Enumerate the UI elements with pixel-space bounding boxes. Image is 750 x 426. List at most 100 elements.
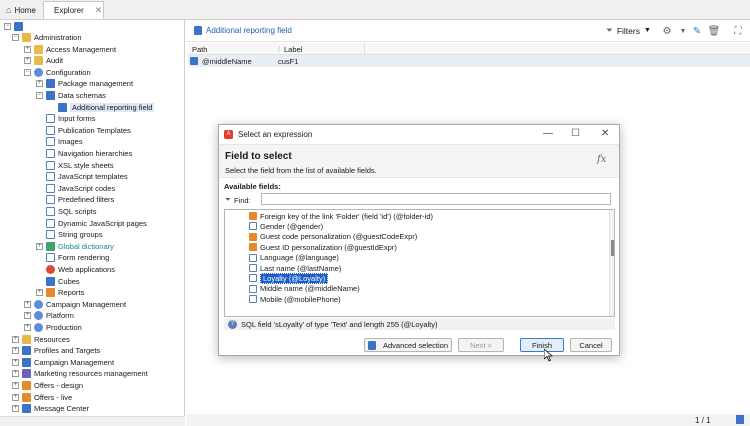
expand-icon[interactable]: + bbox=[24, 57, 31, 65]
chevron-down-icon[interactable]: ▼ bbox=[676, 24, 690, 38]
field-list-item[interactable]: Loyalty (@Loyalty) bbox=[249, 272, 329, 284]
expand-icon[interactable]: + bbox=[36, 242, 43, 250]
tree-item[interactable]: Web applications bbox=[36, 264, 115, 275]
tree-item[interactable]: − Data schemas bbox=[36, 90, 106, 101]
collapse-icon[interactable]: − bbox=[36, 92, 43, 99]
tree-item-label: Additional reporting field bbox=[70, 102, 155, 112]
tree-item[interactable]: Predefined filters bbox=[36, 194, 114, 205]
cube-icon bbox=[46, 276, 55, 286]
column-label[interactable]: Label bbox=[284, 45, 302, 54]
delete-icon[interactable]: 🗑 bbox=[707, 24, 721, 38]
tree-item[interactable]: String groups bbox=[36, 229, 103, 240]
scrollbar-thumb[interactable] bbox=[611, 240, 614, 256]
tree-item[interactable]: + Package management bbox=[36, 78, 133, 89]
tree-item[interactable]: + Profiles and Targets bbox=[12, 345, 100, 356]
scrollbar-corner[interactable] bbox=[736, 415, 744, 424]
tree-item[interactable]: − Configuration bbox=[24, 67, 91, 78]
field-list-item[interactable]: Last name (@lastName) bbox=[249, 263, 341, 273]
expand-icon[interactable]: + bbox=[12, 405, 19, 413]
tree-item[interactable]: Images bbox=[36, 136, 83, 147]
finish-button[interactable]: Finish bbox=[520, 338, 564, 352]
tree-item[interactable]: Cubes bbox=[36, 276, 80, 287]
filter-icon: ⏷ bbox=[606, 25, 613, 35]
tree-item[interactable]: + Offers - live bbox=[12, 392, 72, 403]
tree-item[interactable]: + Platform bbox=[24, 310, 74, 321]
tree-item[interactable]: + Global dictionary bbox=[36, 241, 114, 252]
field-list-item[interactable]: Mobile (@mobilePhone) bbox=[249, 294, 341, 304]
expand-icon[interactable]: + bbox=[24, 45, 31, 53]
field-icon bbox=[249, 284, 257, 293]
tab-explorer[interactable]: Explorer ✕ bbox=[43, 1, 104, 19]
expand-icon[interactable]: + bbox=[12, 382, 19, 389]
tree-item[interactable]: Dynamic JavaScript pages bbox=[36, 218, 147, 229]
field-list-item-label: Guest ID personalization (@guestIdExpr) bbox=[260, 242, 397, 252]
tree-item[interactable]: JavaScript templates bbox=[36, 171, 128, 182]
field-list-item-label: Last name (@lastName) bbox=[260, 263, 342, 273]
expand-icon[interactable]: + bbox=[12, 347, 19, 355]
tree-item[interactable]: JavaScript codes bbox=[36, 183, 115, 194]
fullscreen-icon[interactable]: ⛶ bbox=[731, 24, 745, 38]
expand-icon[interactable]: + bbox=[24, 324, 31, 331]
actions-gear-icon[interactable]: ⚙ bbox=[660, 24, 674, 38]
tree-item[interactable]: SQL scripts bbox=[36, 206, 96, 217]
advanced-selection-button[interactable]: Advanced selection bbox=[364, 338, 452, 352]
tab-home[interactable]: ⌂ Home bbox=[2, 1, 40, 19]
tree-item[interactable]: − Administration bbox=[12, 32, 82, 43]
tree-item[interactable]: + Reports bbox=[36, 287, 84, 298]
tree-horizontal-scrollbar[interactable] bbox=[0, 416, 185, 426]
tree-item[interactable]: + Message Center bbox=[12, 403, 89, 414]
schema-icon bbox=[46, 91, 55, 100]
expand-icon[interactable]: + bbox=[24, 312, 31, 320]
field-list-item[interactable]: Foreign key of the link 'Folder' (field … bbox=[249, 211, 433, 221]
tree-item[interactable]: + Marketing resources management bbox=[12, 368, 148, 379]
field-list-item[interactable]: Guest code personalization (@guestCodeEx… bbox=[249, 232, 417, 242]
expand-icon[interactable]: + bbox=[24, 300, 31, 308]
tree-item[interactable]: Input forms bbox=[36, 113, 96, 124]
tree-item[interactable]: Publication Templates bbox=[36, 125, 131, 136]
column-path[interactable]: Path bbox=[192, 45, 207, 54]
expand-icon[interactable]: + bbox=[12, 358, 19, 366]
tree-item[interactable]: XSL style sheets bbox=[36, 160, 114, 171]
tree-item[interactable]: + Campaign Management bbox=[24, 299, 126, 310]
next-button[interactable]: Next > bbox=[458, 338, 504, 352]
expand-icon[interactable]: + bbox=[12, 393, 19, 401]
field-list-item[interactable]: Gender (@gender) bbox=[249, 221, 323, 231]
collapse-icon[interactable]: − bbox=[4, 23, 11, 30]
filters-button[interactable]: ⏷ Filters ▼ bbox=[606, 25, 651, 36]
tree-item[interactable]: + Offers - design bbox=[12, 380, 83, 391]
gear-icon bbox=[34, 299, 43, 309]
close-icon[interactable]: ✕ bbox=[95, 5, 103, 16]
table-row[interactable]: @middleName cusF1 bbox=[188, 55, 750, 67]
list-scrollbar[interactable] bbox=[609, 210, 614, 316]
collapse-icon[interactable]: − bbox=[12, 34, 19, 41]
expand-icon[interactable]: + bbox=[12, 370, 19, 378]
tree-item-label: Package management bbox=[58, 79, 134, 89]
tree-item[interactable]: Navigation hierarchies bbox=[36, 148, 132, 159]
tree-root[interactable]: − bbox=[4, 21, 26, 32]
fields-list[interactable]: Foreign key of the link 'Folder' (field … bbox=[224, 209, 615, 317]
field-list-item[interactable]: Middle name (@middleName) bbox=[249, 284, 360, 294]
image-icon bbox=[46, 137, 55, 147]
new-item-icon[interactable]: ✎ bbox=[690, 24, 704, 38]
expand-icon[interactable]: + bbox=[36, 80, 43, 88]
cancel-button[interactable]: Cancel bbox=[570, 338, 612, 352]
expand-icon[interactable]: + bbox=[36, 289, 43, 297]
tree-item[interactable]: Additional reporting field bbox=[48, 102, 155, 113]
tree-item[interactable]: + Audit bbox=[24, 55, 63, 66]
minimize-icon[interactable]: — bbox=[543, 128, 553, 139]
close-icon[interactable]: ✕ bbox=[601, 128, 609, 139]
field-icon bbox=[249, 253, 257, 262]
tree-item[interactable]: + Access Management bbox=[24, 44, 116, 55]
collapse-icon[interactable]: − bbox=[24, 68, 31, 76]
tree-item[interactable]: + Resources bbox=[12, 334, 70, 345]
tree-item[interactable]: + Campaign Management bbox=[12, 357, 114, 368]
tree-item-label: Web applications bbox=[58, 265, 115, 274]
field-list-item[interactable]: Language (@language) bbox=[249, 253, 339, 263]
fx-icon[interactable]: fx bbox=[597, 154, 606, 165]
tree-item[interactable]: Form rendering bbox=[36, 252, 109, 263]
field-list-item[interactable]: Guest ID personalization (@guestIdExpr) bbox=[249, 242, 397, 252]
expand-icon[interactable]: + bbox=[12, 335, 19, 343]
find-input[interactable] bbox=[261, 193, 611, 205]
maximize-icon[interactable]: ☐ bbox=[571, 128, 580, 139]
tree-item[interactable]: + Production bbox=[24, 322, 82, 333]
